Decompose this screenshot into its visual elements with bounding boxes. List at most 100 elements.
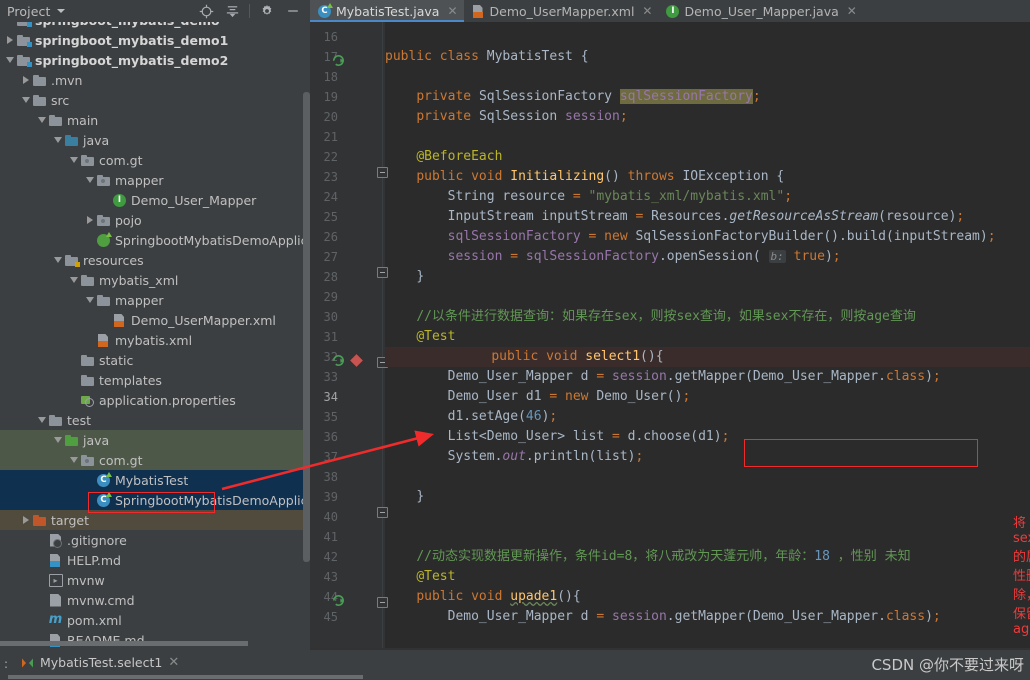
line-number[interactable]: 40 bbox=[310, 507, 385, 527]
tree-item-.mvn[interactable]: .mvn bbox=[0, 70, 310, 90]
tree-item-mybatistest[interactable]: C MybatisTest bbox=[0, 470, 310, 490]
code-line[interactable]: } bbox=[385, 267, 424, 287]
code-line[interactable]: InputStream inputStream = Resources.getR… bbox=[385, 207, 965, 227]
tree-item-main[interactable]: main bbox=[0, 110, 310, 130]
close-icon[interactable]: ✕ bbox=[642, 4, 652, 18]
tree-item-.gitignore[interactable]: .gitignore bbox=[0, 530, 310, 550]
tree-item-java[interactable]: java bbox=[0, 130, 310, 150]
run-method-icon-2[interactable] bbox=[332, 594, 345, 607]
tree-item-mapper[interactable]: mapper bbox=[0, 290, 310, 310]
code-line[interactable]: d1.setAge(46); bbox=[385, 407, 558, 427]
code-line[interactable]: Demo_User d1 = new Demo_User(); bbox=[385, 387, 691, 407]
line-number[interactable]: 18 bbox=[310, 67, 385, 87]
line-number[interactable]: 17 bbox=[310, 47, 385, 67]
tree-vertical-scrollbar[interactable] bbox=[303, 92, 310, 562]
chevron-down-icon[interactable] bbox=[52, 430, 63, 450]
tree-item-springboot_mybatis_demo2[interactable]: springboot_mybatis_demo2 bbox=[0, 50, 310, 70]
chevron-down-icon[interactable] bbox=[52, 130, 63, 150]
tree-item-static[interactable]: static bbox=[0, 350, 310, 370]
tree-item-resources[interactable]: resources bbox=[0, 250, 310, 270]
code-line[interactable]: @Test bbox=[385, 567, 455, 587]
tree-item-mvnw.cmd[interactable]: mvnw.cmd bbox=[0, 590, 310, 610]
line-number[interactable]: 22 bbox=[310, 147, 385, 167]
tree-item-springboot_mybatis_demo[interactable]: springboot_mybatis_demo bbox=[0, 22, 310, 30]
editor-tab-strip[interactable]: C MybatisTest.java ✕ Demo_UserMapper.xml ✕ I D… bbox=[310, 0, 1030, 22]
line-number[interactable]: 28 bbox=[310, 267, 385, 287]
line-number[interactable]: 42 bbox=[310, 547, 385, 567]
line-number[interactable]: 24 bbox=[310, 187, 385, 207]
chevron-down-icon[interactable] bbox=[20, 90, 31, 110]
line-number[interactable]: 31 bbox=[310, 327, 385, 347]
tree-item-mybatis.xml[interactable]: mybatis.xml bbox=[0, 330, 310, 350]
close-icon[interactable]: ✕ bbox=[447, 4, 457, 18]
line-number[interactable]: 16 bbox=[310, 27, 385, 47]
project-tree[interactable]: springboot_mybatis_demo springboot_mybati… bbox=[0, 22, 310, 650]
tree-item-pom.xml[interactable]: m pom.xml bbox=[0, 610, 310, 630]
code-line[interactable]: } bbox=[385, 487, 424, 507]
chevron-down-icon[interactable] bbox=[68, 450, 79, 470]
tree-item-java[interactable]: java bbox=[0, 430, 310, 450]
chevron-down-icon[interactable] bbox=[52, 250, 63, 270]
line-number[interactable]: 29 bbox=[310, 287, 385, 307]
chevron-down-icon[interactable] bbox=[68, 270, 79, 290]
tree-item-springbootmybatisdemoapplicat[interactable]: SpringbootMybatisDemoApplicat bbox=[0, 230, 310, 250]
code-line[interactable]: public void upade1(){ bbox=[385, 587, 580, 607]
line-number[interactable]: 45 bbox=[310, 607, 385, 627]
run-configuration-tab[interactable]: MybatisTest.select1 ✕ bbox=[22, 655, 179, 670]
code-line[interactable]: //动态实现数据更新操作，条件id=8，将八戒改为天蓬元帅，年龄：18 ，性别 … bbox=[385, 547, 910, 567]
line-number[interactable]: 37 bbox=[310, 447, 385, 467]
line-number[interactable]: 38 bbox=[310, 467, 385, 487]
line-number[interactable]: 34 bbox=[310, 387, 385, 407]
code-line[interactable]: @Test bbox=[385, 327, 455, 347]
collapse-all-icon[interactable] bbox=[219, 0, 245, 22]
tree-item-demo_user_mapper[interactable]: I Demo_User_Mapper bbox=[0, 190, 310, 210]
code-line[interactable]: sqlSessionFactory = new SqlSessionFactor… bbox=[385, 227, 996, 247]
tree-item-springboot_mybatis_demo1[interactable]: springboot_mybatis_demo1 bbox=[0, 30, 310, 50]
tree-item-target[interactable]: target bbox=[0, 510, 310, 530]
line-number[interactable]: 32 bbox=[310, 347, 385, 367]
editor-gutter[interactable]: 16 17 18 19 20 21 22 23 24 25 26 27 28 29 30 31 32 33 34 35… bbox=[310, 22, 388, 650]
tree-item-pojo[interactable]: pojo bbox=[0, 210, 310, 230]
line-number[interactable]: 39 bbox=[310, 487, 385, 507]
gear-icon[interactable] bbox=[254, 0, 280, 22]
chevron-down-icon[interactable] bbox=[84, 290, 95, 310]
chevron-right-icon[interactable] bbox=[20, 510, 31, 530]
line-number[interactable]: 19 bbox=[310, 87, 385, 107]
chevron-right-icon[interactable] bbox=[4, 30, 15, 50]
chevron-down-icon[interactable] bbox=[84, 170, 95, 190]
line-number[interactable]: 41 bbox=[310, 527, 385, 547]
editor-tab-demo-user-mapper-java[interactable]: I Demo_User_Mapper.java ✕ bbox=[658, 0, 862, 22]
code-line[interactable]: public void Initializing() throws IOExce… bbox=[385, 167, 784, 187]
line-number[interactable]: 21 bbox=[310, 127, 385, 147]
code-line[interactable]: System.out.println(list); bbox=[385, 447, 644, 467]
tree-item-templates[interactable]: templates bbox=[0, 370, 310, 390]
line-number[interactable]: 33 bbox=[310, 367, 385, 387]
code-line[interactable]: Demo_User_Mapper d = session.getMapper(D… bbox=[385, 607, 941, 627]
chevron-right-icon[interactable] bbox=[20, 70, 31, 90]
code-line[interactable]: session = sqlSessionFactory.openSession(… bbox=[385, 247, 841, 267]
chevron-down-icon[interactable] bbox=[36, 110, 47, 130]
code-editor[interactable]: 16 17 18 19 20 21 22 23 24 25 26 27 28 29 30 31 32 33 34 35… bbox=[310, 22, 1030, 650]
line-number[interactable]: 43 bbox=[310, 567, 385, 587]
tree-item-mvnw[interactable]: ▸ mvnw bbox=[0, 570, 310, 590]
tree-horizontal-scrollbar[interactable] bbox=[0, 641, 248, 646]
tree-item-help.md[interactable]: HELP.md bbox=[0, 550, 310, 570]
run-class-icon[interactable] bbox=[332, 54, 345, 67]
target-icon[interactable] bbox=[193, 0, 219, 22]
tree-item-mapper[interactable]: mapper bbox=[0, 170, 310, 190]
close-icon[interactable]: ✕ bbox=[847, 4, 857, 18]
code-line[interactable]: @BeforeEach bbox=[385, 147, 502, 167]
run-method-icon[interactable] bbox=[332, 354, 345, 367]
line-number[interactable]: 36 bbox=[310, 427, 385, 447]
tree-item-mybatis_xml[interactable]: mybatis_xml bbox=[0, 270, 310, 290]
tree-item-readme.md[interactable]: README.md bbox=[0, 630, 310, 650]
line-number[interactable]: 23 bbox=[310, 167, 385, 187]
console-horizontal-scrollbar[interactable] bbox=[8, 675, 363, 679]
code-line[interactable]: String resource = "mybatis_xml/mybatis.x… bbox=[385, 187, 792, 207]
code-text[interactable]: public class MybatisTest { private SqlSe… bbox=[385, 22, 1030, 650]
code-line[interactable]: Demo_User_Mapper d = session.getMapper(D… bbox=[385, 367, 941, 387]
editor-tab-mybatistest-java[interactable]: C MybatisTest.java ✕ bbox=[310, 0, 464, 22]
code-line[interactable]: public class MybatisTest { bbox=[385, 47, 589, 67]
chevron-down-icon[interactable] bbox=[68, 150, 79, 170]
tree-item-src[interactable]: src bbox=[0, 90, 310, 110]
